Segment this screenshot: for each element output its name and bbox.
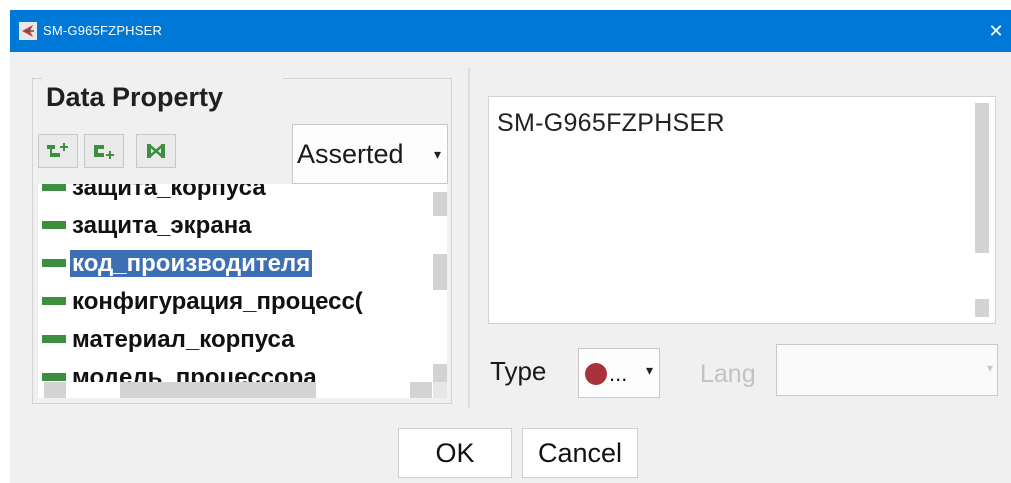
delete-property-button[interactable] — [136, 134, 176, 168]
horizontal-scroll-thumb[interactable] — [120, 382, 316, 398]
add-sibling-property-button[interactable] — [84, 134, 124, 168]
window-title: SM-G965FZPHSER — [43, 23, 163, 38]
scroll-left-button[interactable] — [44, 382, 66, 398]
panel-heading: Data Property — [44, 82, 226, 113]
value-scroll-down-button[interactable] — [975, 299, 989, 317]
lang-label: Lang — [700, 360, 756, 388]
chevron-down-icon: ▾ — [645, 362, 653, 378]
cancel-button[interactable]: Cancel — [522, 428, 638, 478]
value-scroll-thumb[interactable] — [975, 103, 989, 253]
type-select-value: ... — [609, 361, 628, 386]
type-select[interactable]: ... ▾ — [578, 348, 660, 398]
list-item[interactable]: защита_экрана — [42, 208, 254, 244]
vertical-scrollbar[interactable] — [433, 184, 447, 398]
vertical-scroll-thumb[interactable] — [433, 254, 447, 290]
property-list[interactable]: защита_корпуса защита_экрана код_произво… — [38, 184, 447, 398]
add-subproperty-icon — [47, 143, 68, 157]
data-property-icon — [42, 184, 66, 191]
data-property-icon — [42, 372, 66, 381]
add-subproperty-button[interactable] — [38, 134, 78, 168]
scroll-up-button[interactable] — [433, 192, 447, 216]
title-bar[interactable]: SM-G965FZPHSER ✕ — [10, 10, 1011, 52]
lang-select[interactable]: ▾ — [776, 344, 998, 396]
asserted-select[interactable]: Asserted ▾ — [292, 124, 448, 184]
close-icon[interactable]: ✕ — [981, 10, 1011, 52]
scroll-right-button[interactable] — [410, 382, 432, 398]
data-property-icon — [42, 334, 66, 343]
list-item[interactable]: защита_корпуса — [42, 184, 268, 206]
chevron-down-icon: ▾ — [986, 361, 993, 375]
protege-app-icon — [19, 22, 37, 40]
data-property-icon — [42, 258, 66, 267]
asserted-select-value: Asserted — [297, 139, 404, 169]
scroll-corner — [433, 382, 447, 398]
type-label: Type — [490, 356, 547, 386]
delete-property-icon — [147, 144, 165, 158]
value-text: SM-G965FZPHSER — [497, 109, 725, 137]
list-item-selected[interactable]: код_производителя — [42, 246, 313, 282]
ok-button[interactable]: OK — [398, 428, 512, 478]
panel-divider[interactable] — [468, 68, 470, 408]
datatype-icon — [585, 363, 607, 385]
horizontal-scrollbar[interactable] — [38, 382, 433, 398]
scroll-down-button[interactable] — [433, 364, 447, 382]
chevron-down-icon: ▾ — [433, 146, 441, 162]
data-property-icon — [42, 296, 66, 305]
add-sibling-property-icon — [94, 145, 114, 159]
value-textarea[interactable]: SM-G965FZPHSER — [488, 96, 996, 324]
list-item[interactable]: материал_корпуса — [42, 322, 297, 358]
data-property-icon — [42, 220, 66, 229]
dialog-window: SM-G965FZPHSER ✕ Data Property Asserted — [10, 10, 1011, 483]
list-item[interactable]: конфигурация_процесс( — [42, 284, 365, 320]
